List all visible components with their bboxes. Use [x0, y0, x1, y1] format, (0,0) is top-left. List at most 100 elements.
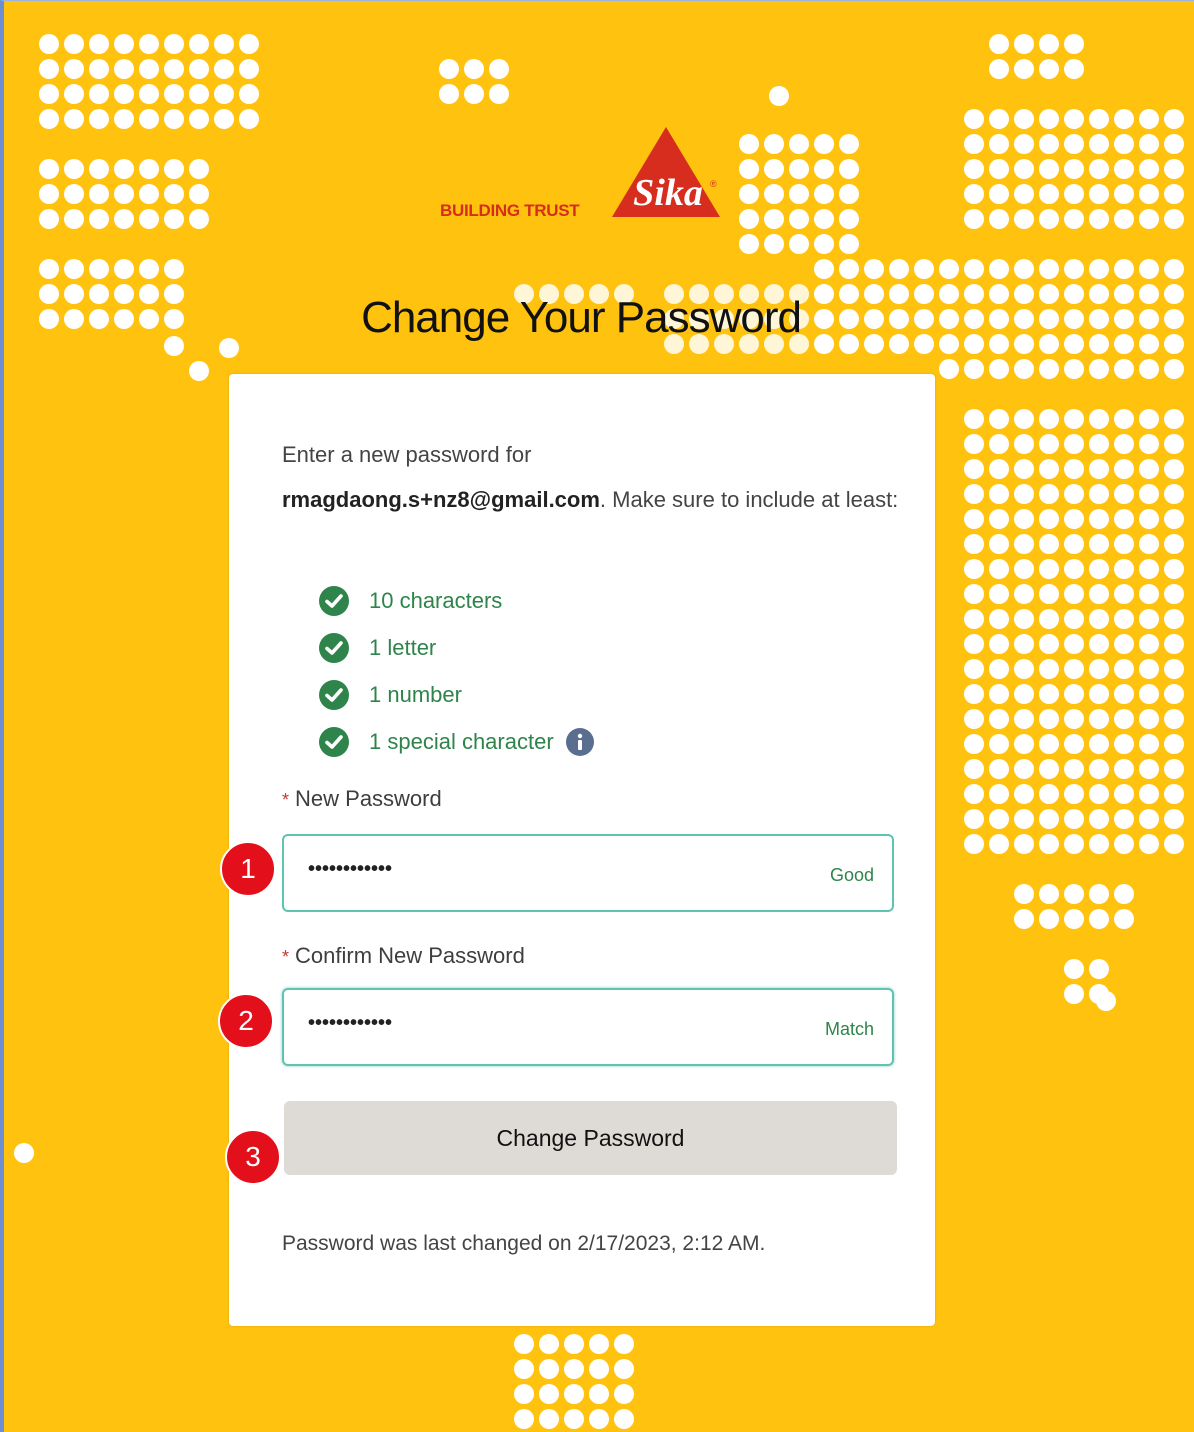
map-dot: [1139, 759, 1159, 779]
map-dot: [89, 159, 109, 179]
map-dot: [1139, 659, 1159, 679]
map-dot: [1014, 359, 1034, 379]
map-dot: [1114, 734, 1134, 754]
map-dot: [789, 159, 809, 179]
map-dot: [1089, 509, 1109, 529]
map-dot: [1114, 559, 1134, 579]
requirement-label: 1 letter: [369, 634, 437, 660]
map-dot: [164, 159, 184, 179]
map-dot: [1139, 159, 1159, 179]
map-dot: [439, 59, 459, 79]
map-dot: [564, 1334, 584, 1354]
map-dot: [739, 159, 759, 179]
map-dot: [989, 609, 1009, 629]
map-dot: [1039, 534, 1059, 554]
map-dot: [814, 184, 834, 204]
map-dot: [1014, 209, 1034, 229]
map-dot: [1039, 34, 1059, 54]
map-dot: [114, 109, 134, 129]
map-dot: [1139, 684, 1159, 704]
map-dot: [189, 59, 209, 79]
map-dot: [64, 34, 84, 54]
map-dot: [814, 134, 834, 154]
map-dot: [889, 259, 909, 279]
map-dot: [1089, 634, 1109, 654]
map-dot: [1014, 734, 1034, 754]
map-dot: [1064, 434, 1084, 454]
map-dot: [1114, 684, 1134, 704]
change-password-button[interactable]: Change Password: [284, 1101, 897, 1175]
map-dot: [1164, 209, 1184, 229]
map-dot: [1039, 784, 1059, 804]
map-dot: [1014, 684, 1034, 704]
map-dot: [1039, 909, 1059, 929]
change-password-card: Enter a new password for rmagdaong.s+nz8…: [229, 374, 935, 1326]
map-dot: [989, 209, 1009, 229]
map-dot: [114, 34, 134, 54]
map-dot: [1064, 134, 1084, 154]
required-asterisk: *: [282, 947, 290, 967]
new-password-input[interactable]: •••••••••••• Good: [282, 834, 894, 912]
map-dot: [64, 109, 84, 129]
map-dot: [989, 559, 1009, 579]
map-dot: [1014, 634, 1034, 654]
map-dot: [564, 1359, 584, 1379]
map-dot: [1089, 459, 1109, 479]
map-dot: [1064, 559, 1084, 579]
map-dot: [964, 159, 984, 179]
map-dot: [989, 809, 1009, 829]
map-dot: [239, 109, 259, 129]
map-dot: [39, 159, 59, 179]
map-dot: [1039, 134, 1059, 154]
map-dot: [1039, 584, 1059, 604]
page-background: BUILDING TRUST Sika ® Change Your Passwo…: [0, 0, 1194, 1432]
confirm-password-value: ••••••••••••: [308, 1012, 393, 1034]
map-dot: [14, 1143, 34, 1163]
map-dot: [1139, 809, 1159, 829]
map-dot: [1014, 59, 1034, 79]
map-dot: [1014, 784, 1034, 804]
map-dot: [989, 584, 1009, 604]
map-dot: [1064, 609, 1084, 629]
map-dot: [1039, 484, 1059, 504]
map-dot: [1064, 659, 1084, 679]
map-dot: [564, 1384, 584, 1404]
map-dot: [539, 1334, 559, 1354]
map-dot: [989, 734, 1009, 754]
requirement-item: 10 characters: [319, 577, 594, 624]
map-dot: [789, 234, 809, 254]
map-dot: [1114, 834, 1134, 854]
map-dot: [1064, 484, 1084, 504]
map-dot: [1089, 409, 1109, 429]
map-dot: [139, 109, 159, 129]
map-dot: [1039, 434, 1059, 454]
map-dot: [214, 84, 234, 104]
map-dot: [1089, 109, 1109, 129]
map-dot: [189, 109, 209, 129]
map-dot: [1096, 991, 1116, 1011]
intro-text: Enter a new password for rmagdaong.s+nz8…: [282, 432, 902, 522]
map-dot: [1114, 209, 1134, 229]
map-dot: [39, 209, 59, 229]
map-dot: [1039, 834, 1059, 854]
map-dot: [114, 159, 134, 179]
logo-wordmark: Sika: [633, 172, 703, 214]
map-dot: [1164, 584, 1184, 604]
map-dot: [764, 159, 784, 179]
map-dot: [964, 634, 984, 654]
map-dot: [1064, 34, 1084, 54]
confirm-password-input[interactable]: •••••••••••• Match: [282, 988, 894, 1066]
map-dot: [1064, 409, 1084, 429]
map-dot: [1064, 109, 1084, 129]
info-icon[interactable]: [565, 727, 594, 756]
map-dot: [1014, 659, 1034, 679]
map-dot: [764, 134, 784, 154]
map-dot: [214, 109, 234, 129]
map-dot: [739, 134, 759, 154]
map-dot: [964, 559, 984, 579]
map-dot: [1139, 634, 1159, 654]
map-dot: [1089, 134, 1109, 154]
map-dot: [64, 209, 84, 229]
map-dot: [1064, 759, 1084, 779]
map-dot: [1064, 359, 1084, 379]
